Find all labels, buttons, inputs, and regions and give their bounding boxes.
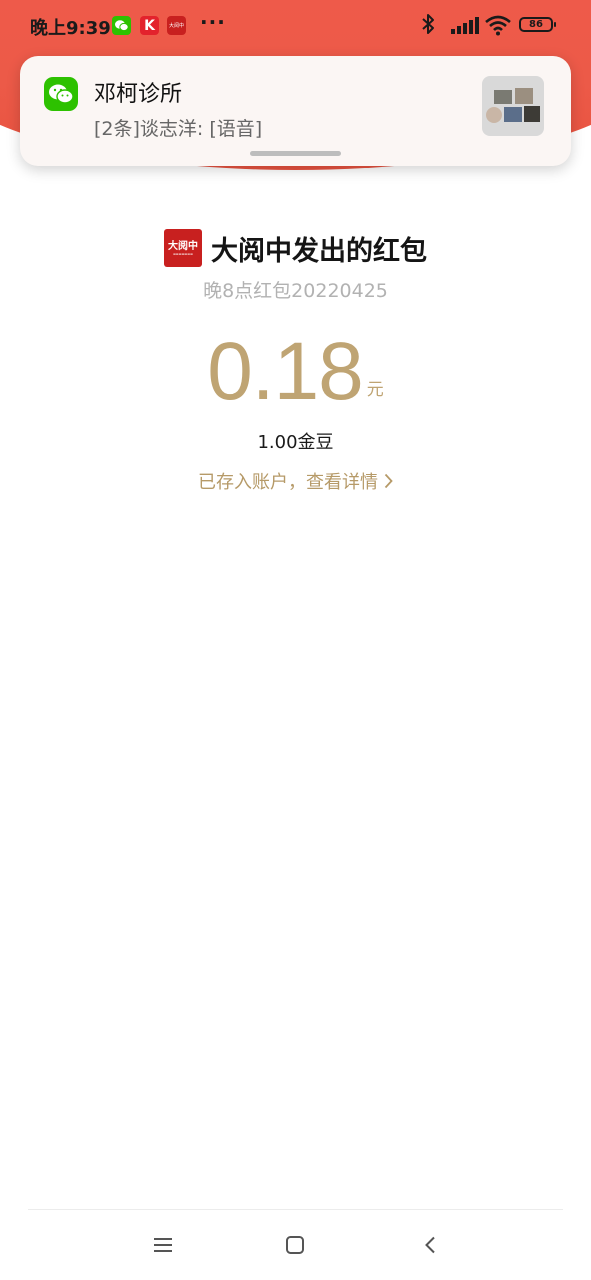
nav-divider <box>28 1209 563 1210</box>
status-bar: 晚上9:39 K 大阅中 ··· 86 <box>0 0 591 52</box>
red-packet-greeting: 晚8点红包20220425 <box>203 280 388 302</box>
amount-row: 0.18 元 <box>0 318 591 418</box>
nav-menu-button[interactable] <box>148 1230 178 1260</box>
back-icon <box>425 1236 435 1254</box>
status-time: 晚上9:39 <box>30 18 111 39</box>
sender-logo-text: 大阅中 <box>168 240 198 252</box>
more-notifications-icon: ··· <box>200 10 226 34</box>
menu-icon <box>154 1238 172 1252</box>
nav-back-button[interactable] <box>415 1230 445 1260</box>
signal-icon <box>451 16 479 38</box>
home-icon <box>286 1236 304 1254</box>
beans-amount: 1.00金豆 <box>257 432 334 453</box>
nav-home-button[interactable] <box>280 1230 310 1260</box>
sender-logo-underline: ▬▬▬▬▬▬▬ <box>173 251 193 256</box>
wechat-icon <box>112 16 131 35</box>
wechat-notification[interactable]: 邓柯诊所 [2条]谈志洋: [语音] <box>20 56 571 166</box>
group-avatar <box>482 76 544 136</box>
k-app-icon: K <box>140 16 159 35</box>
sender-logo: 大阅中 ▬▬▬▬▬▬▬ <box>164 229 202 267</box>
dayuezhong-app-icon: 大阅中 <box>167 16 186 35</box>
sender-row: 大阅中 ▬▬▬▬▬▬▬ 大阅中发出的红包 <box>0 228 591 268</box>
bluetooth-icon <box>421 13 435 39</box>
view-details-label: 已存入账户，查看详情 <box>198 472 378 493</box>
amount-unit: 元 <box>366 380 384 400</box>
wifi-icon <box>484 14 512 40</box>
view-details-link[interactable]: 已存入账户，查看详情 <box>0 468 591 494</box>
chevron-right-icon <box>384 473 393 489</box>
battery-icon: 86 <box>519 17 556 32</box>
status-icons: 86 <box>411 0 591 52</box>
notification-drag-handle[interactable] <box>250 151 341 156</box>
notification-title: 邓柯诊所 <box>94 82 183 107</box>
notification-message: [2条]谈志洋: [语音] <box>94 118 263 140</box>
sender-name: 大阅中发出的红包 <box>211 235 427 267</box>
amount-value: 0.18 <box>207 326 364 417</box>
wechat-icon <box>44 77 78 111</box>
